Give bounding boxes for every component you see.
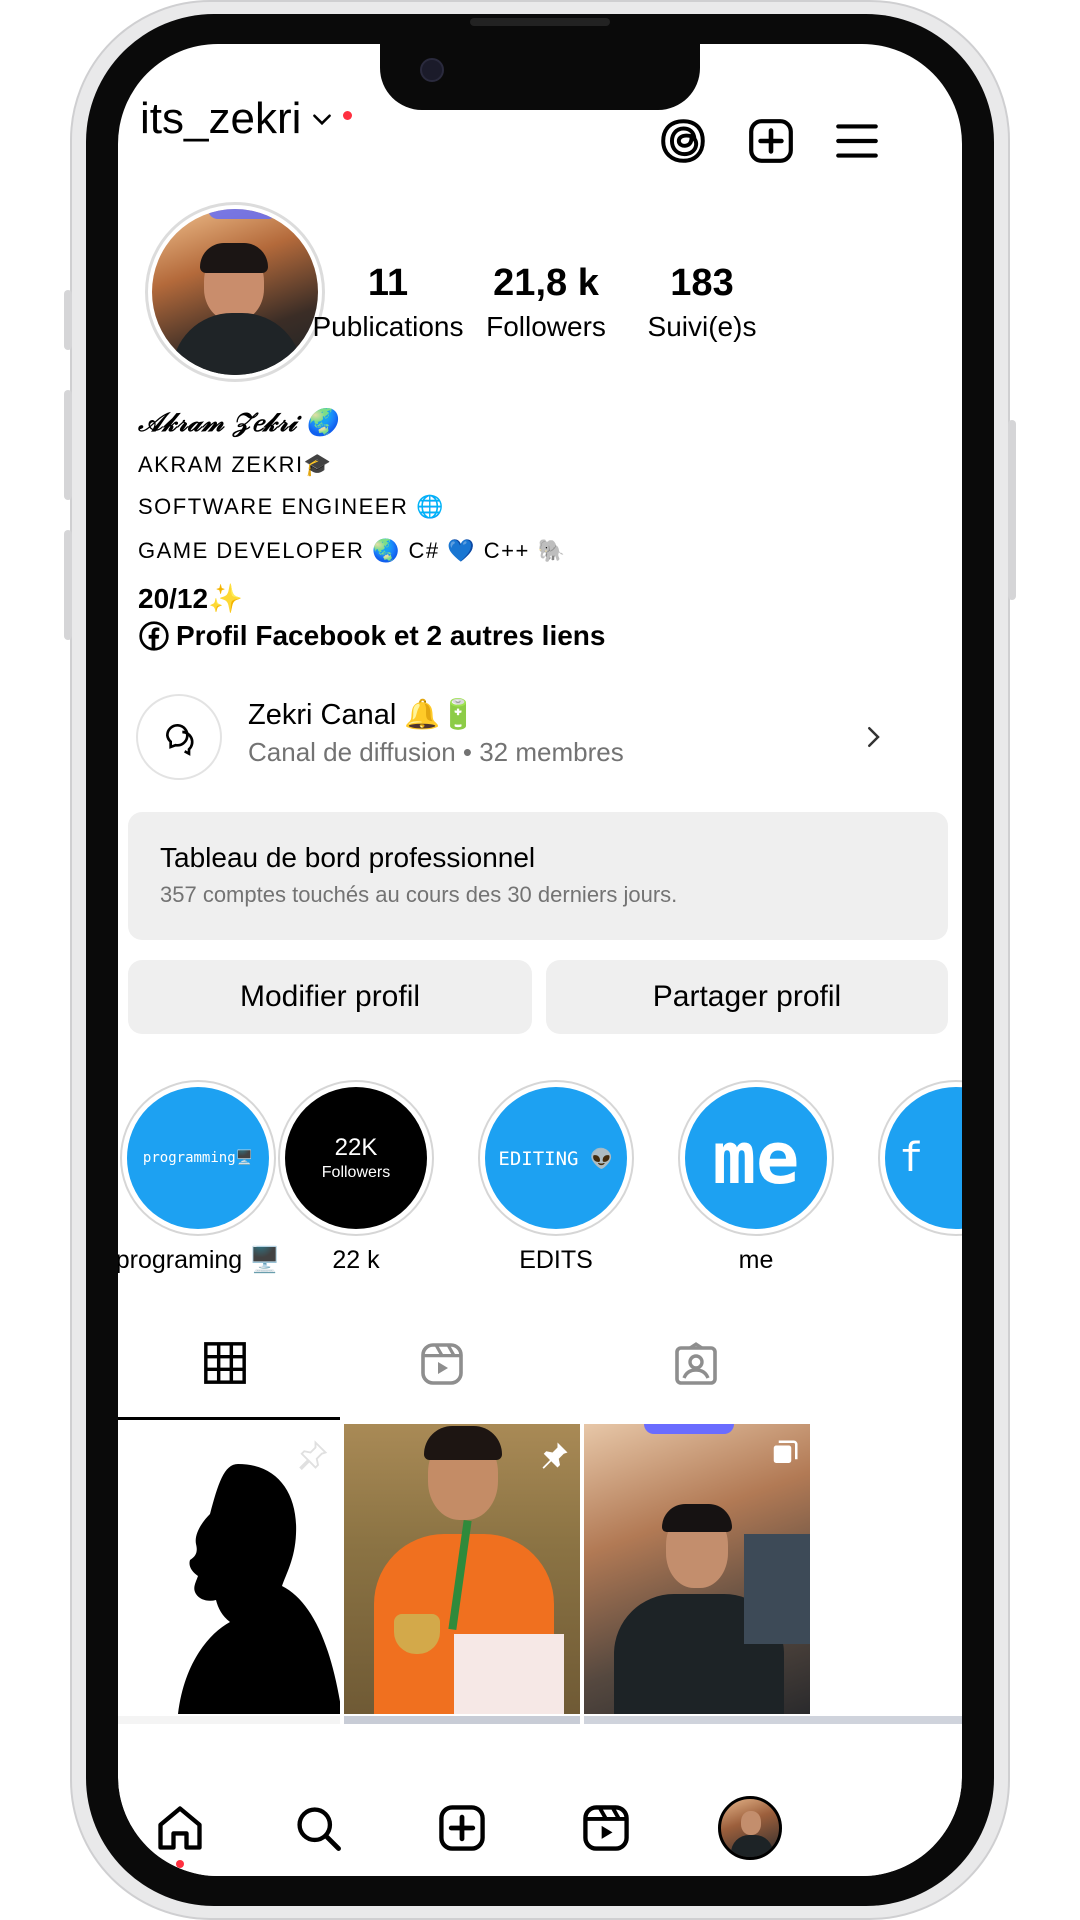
bio-links[interactable]: Profil Facebook et 2 autres liens bbox=[138, 620, 605, 652]
post-thumbnail[interactable] bbox=[118, 1424, 340, 1714]
highlight-cover-text: me bbox=[712, 1116, 800, 1200]
dashboard-title: Tableau de bord professionnel bbox=[160, 842, 536, 873]
reels-tab-icon[interactable] bbox=[418, 1340, 466, 1388]
stat-publications[interactable]: 11 Publications bbox=[308, 262, 468, 343]
stat-value: 11 bbox=[367, 262, 409, 304]
phone-volume-up bbox=[64, 390, 72, 500]
profile-avatar[interactable] bbox=[145, 202, 325, 382]
carousel-icon bbox=[773, 1440, 798, 1463]
chevron-down-icon bbox=[313, 114, 332, 126]
profile-avatar-tab[interactable] bbox=[718, 1796, 782, 1860]
highlight-cover: 22K Followers bbox=[285, 1087, 427, 1229]
search-icon[interactable] bbox=[292, 1802, 344, 1854]
channel-avatar[interactable] bbox=[136, 694, 222, 780]
dashboard-subtitle: 357 comptes touchés au cours des 30 dern… bbox=[160, 882, 678, 907]
highlight-ring: EDITING 👽 bbox=[478, 1080, 634, 1236]
chevron-right-icon[interactable] bbox=[858, 722, 888, 752]
stat-label: Suivi(e)s bbox=[647, 311, 757, 342]
highlight-cover: EDITING 👽 bbox=[485, 1087, 627, 1229]
pin-icon bbox=[542, 1442, 568, 1469]
highlight-cover: programming🖥️ bbox=[127, 1087, 269, 1229]
active-tab-indicator bbox=[118, 1417, 340, 1420]
highlight-cover-subtext: Followers bbox=[321, 1164, 391, 1181]
highlight-cover-text: f bbox=[898, 1135, 924, 1181]
home-icon[interactable] bbox=[154, 1802, 206, 1854]
username: its_zekri bbox=[140, 94, 302, 143]
highlight-ring: programming🖥️ bbox=[120, 1080, 276, 1236]
display-name: 𝒜𝓀𝓇𝒶𝓂 𝒵𝑒𝓀𝓇𝒾 🌏 bbox=[138, 408, 338, 438]
stat-following[interactable]: 183 Suivi(e)s bbox=[622, 262, 782, 343]
post-thumbnail[interactable] bbox=[584, 1424, 810, 1714]
edit-profile-button[interactable]: Modifier profil bbox=[128, 960, 532, 1034]
highlight-cover-text: 22K bbox=[334, 1134, 378, 1161]
bottom-navigation bbox=[118, 1784, 962, 1876]
threads-icon[interactable] bbox=[658, 116, 708, 166]
front-camera bbox=[420, 58, 444, 82]
highlight-ring: me bbox=[678, 1080, 834, 1236]
phone-volume-down bbox=[64, 530, 72, 640]
stat-value: 21,8 k bbox=[493, 262, 599, 304]
highlight-ring: f bbox=[878, 1080, 962, 1236]
bio-date: 20/12✨ bbox=[138, 583, 243, 614]
notch bbox=[380, 44, 700, 110]
post-thumbnail[interactable] bbox=[344, 1424, 580, 1714]
highlight-item[interactable]: me me bbox=[656, 1080, 856, 1275]
facebook-icon bbox=[139, 621, 169, 651]
bio-links-label: Profil Facebook et 2 autres liens bbox=[176, 620, 606, 651]
highlight-label: 22 k bbox=[332, 1246, 380, 1274]
highlight-item[interactable]: f bbox=[856, 1080, 962, 1246]
phone-speaker bbox=[470, 18, 610, 26]
highlight-label: EDITS bbox=[519, 1246, 593, 1274]
username-switcher[interactable]: its_zekri bbox=[140, 94, 353, 144]
notification-dot bbox=[343, 110, 353, 120]
highlight-cover-text: programming🖥️ bbox=[142, 1150, 254, 1166]
professional-dashboard[interactable]: Tableau de bord professionnel 357 compte… bbox=[128, 812, 948, 940]
bio-line: SOFTWARE ENGINEER 🌐 bbox=[138, 494, 445, 519]
highlight-item[interactable]: 22K Followers 22 k bbox=[256, 1080, 456, 1275]
highlight-label: me bbox=[738, 1246, 774, 1274]
highlight-cover: me bbox=[685, 1087, 827, 1229]
channel-subtitle: Canal de diffusion • 32 membres bbox=[248, 737, 624, 767]
stat-label: Followers bbox=[486, 311, 606, 342]
create-icon[interactable] bbox=[436, 1802, 488, 1854]
highlight-cover-text: EDITING 👽 bbox=[498, 1147, 614, 1170]
pin-icon bbox=[299, 1440, 328, 1470]
home-notification-dot bbox=[176, 1860, 184, 1868]
plus-square-icon[interactable] bbox=[746, 116, 796, 166]
phone-power-button bbox=[1008, 420, 1016, 600]
bio-line: AKRAM ZEKRI🎓 bbox=[138, 452, 333, 477]
highlight-cover: f bbox=[885, 1087, 962, 1229]
highlight-item[interactable]: EDITING 👽 EDITS bbox=[456, 1080, 656, 1275]
grid-icon[interactable] bbox=[202, 1340, 248, 1386]
phone-side-button bbox=[64, 290, 72, 350]
screen: its_zekri 11 Publications 21,8 k Followe… bbox=[118, 44, 962, 1876]
channel-name[interactable]: Zekri Canal 🔔🔋 bbox=[248, 698, 477, 732]
stat-label: Publications bbox=[312, 311, 464, 342]
tagged-icon[interactable] bbox=[672, 1340, 720, 1388]
stat-value: 183 bbox=[670, 262, 734, 304]
highlight-ring: 22K Followers bbox=[278, 1080, 434, 1236]
reels-icon[interactable] bbox=[580, 1802, 632, 1854]
share-profile-button[interactable]: Partager profil bbox=[546, 960, 948, 1034]
grid-row-divider bbox=[118, 1716, 962, 1724]
stat-followers[interactable]: 21,8 k Followers bbox=[466, 262, 626, 343]
broadcast-chat-icon bbox=[165, 723, 194, 756]
menu-icon[interactable] bbox=[832, 116, 882, 166]
bio-line: GAME DEVELOPER 🌏 C# 💙 C++ 🐘 bbox=[138, 538, 567, 563]
